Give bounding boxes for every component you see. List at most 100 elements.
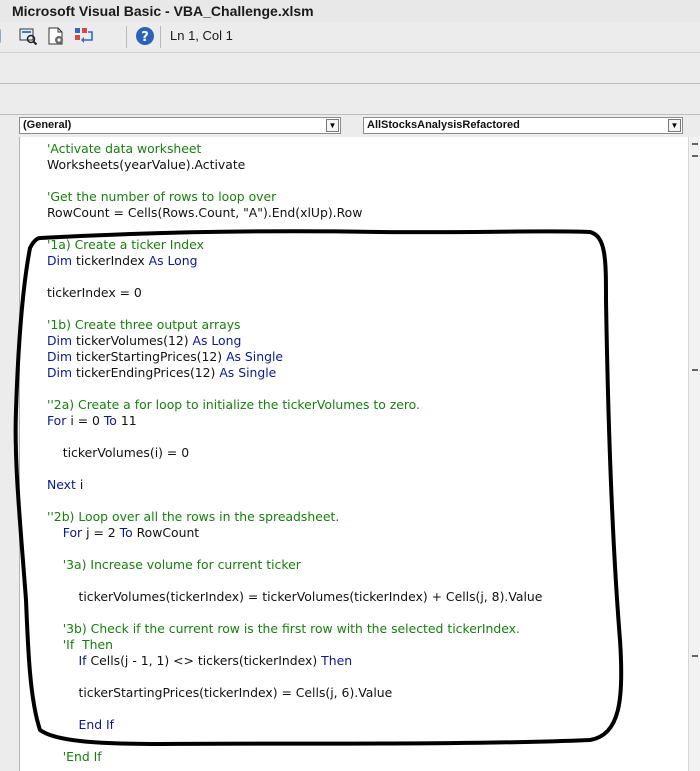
code-keyword: As Single [226,349,284,364]
code-line[interactable]: RowCount = Cells(Rows.Count, "A").End(xl… [47,205,542,221]
code-line[interactable]: 'End If [47,749,542,765]
vertical-scrollbar[interactable] [688,137,700,771]
code-text: 11 [116,413,137,428]
code-text: tickerIndex = 0 [47,285,142,300]
code-text: tickerVolumes(12) [72,333,193,348]
code-comment: 'Get the number of rows to loop over [47,189,277,204]
code-line[interactable]: 'Activate data worksheet [47,141,542,157]
help-icon[interactable]: ? [135,26,155,46]
chevron-down-icon[interactable]: ▼ [668,119,681,132]
code-comment: '3b) Check if the current row is the fir… [47,621,520,636]
scrollbar-marker [692,655,698,657]
code-listing[interactable]: 'Activate data worksheet Worksheets(yearV… [47,141,542,765]
code-line[interactable]: If Cells(j - 1, 1) <> tickers(tickerInde… [47,653,542,669]
code-line[interactable]: Worksheets(yearValue).Activate [47,157,542,173]
code-line[interactable]: 'Get the number of rows to loop over [47,189,542,205]
code-text: j = 2 [82,525,120,540]
code-line[interactable]: For i = 0 To 11 [47,413,542,429]
code-text: Worksheets(yearValue).Activate [47,157,246,172]
scrollbar-marker [692,369,698,371]
code-line[interactable]: Dim tickerEndingPrices(12) As Single [47,365,542,381]
code-keyword: As Long [148,253,198,268]
code-text: tickerVolumes(i) = 0 [47,445,190,460]
code-line[interactable]: '3a) Increase volume for current ticker [47,557,542,573]
code-keyword: Next [47,477,76,492]
chevron-down-icon[interactable]: ▼ [326,119,339,132]
code-text: i [75,477,84,492]
code-keyword: Dim [47,349,73,364]
code-line[interactable] [47,573,542,589]
code-line[interactable]: Dim tickerStartingPrices(12) As Single [47,349,542,365]
code-line[interactable] [47,429,542,445]
code-line[interactable] [47,461,542,477]
code-line[interactable] [47,301,542,317]
code-line[interactable]: End If [47,717,542,733]
code-line[interactable] [47,173,542,189]
tab-order-icon[interactable] [74,26,94,46]
code-line[interactable]: '1a) Create a ticker Index [47,237,542,253]
code-line[interactable] [47,221,542,237]
code-line[interactable] [47,541,542,557]
window-title: Microsoft Visual Basic - VBA_Challenge.x… [12,3,314,19]
code-text: tickerEndingPrices(12) [72,365,220,380]
code-keyword: To [103,413,117,428]
code-line[interactable] [47,701,542,717]
code-editor[interactable]: 'Activate data worksheet Worksheets(yearV… [20,137,688,771]
toolbar-row-empty [0,84,700,115]
toolbar-separator [160,26,161,48]
toolbar-edge-icon[interactable] [0,26,2,46]
code-comment: '3a) Increase volume for current ticker [47,557,301,572]
toolbar-row-empty [0,53,700,84]
code-keyword: For [62,525,83,540]
svg-text:?: ? [141,30,149,45]
code-line[interactable]: '1b) Create three output arrays [47,317,542,333]
editor-gutter [0,137,20,771]
toolbar-separator [126,26,127,48]
code-text: tickerIndex [72,253,149,268]
code-line[interactable]: ''2a) Create a for loop to initialize th… [47,397,542,413]
code-line[interactable]: Next i [47,477,542,493]
cursor-position: Ln 1, Col 1 [170,28,233,43]
object-dropdown[interactable]: (General) ▼ [19,117,341,134]
code-keyword: Dim [47,253,73,268]
code-line[interactable]: 'If Then [47,637,542,653]
code-line[interactable] [47,493,542,509]
code-line[interactable]: ''2b) Loop over all the rows in the spre… [47,509,542,525]
code-comment: 'Activate data worksheet [47,141,202,156]
code-line[interactable]: Dim tickerIndex As Long [47,253,542,269]
code-line[interactable] [47,269,542,285]
code-line[interactable]: Dim tickerVolumes(12) As Long [47,333,542,349]
code-line[interactable]: tickerStartingPrices(tickerIndex) = Cell… [47,685,542,701]
code-keyword: As Single [219,365,277,380]
code-comment: '1a) Create a ticker Index [47,237,204,252]
code-keyword: End If [78,717,115,732]
code-line[interactable]: tickerIndex = 0 [47,285,542,301]
code-line[interactable]: tickerVolumes(tickerIndex) = tickerVolum… [47,589,543,605]
code-line[interactable] [47,381,542,397]
object-browser-icon[interactable] [18,26,38,46]
code-comment: 'If Then [47,637,113,652]
code-line[interactable] [47,605,542,621]
code-line[interactable]: '3b) Check if the current row is the fir… [47,621,542,637]
code-text: i = 0 [66,413,104,428]
toolbar: ? Ln 1, Col 1 [0,22,700,53]
code-comment: 'End If [47,749,102,764]
code-line[interactable]: tickerVolumes(i) = 0 [47,445,542,461]
code-keyword: Dim [47,365,73,380]
code-line[interactable] [47,733,542,749]
code-text: tickerVolumes(tickerIndex) = tickerVolum… [47,589,543,604]
procedure-dropdown[interactable]: AllStocksAnalysisRefactored ▼ [363,117,683,134]
toolbox-icon[interactable] [46,26,66,46]
code-text: Cells(j - 1, 1) <> tickers(tickerIndex) [86,653,322,668]
scrollbar-top-cap [692,155,698,157]
code-line[interactable]: For j = 2 To RowCount [47,525,542,541]
title-bar: Microsoft Visual Basic - VBA_Challenge.x… [0,0,700,22]
code-text: tickerStartingPrices(tickerIndex) = Cell… [47,685,393,700]
code-keyword: Then [321,653,353,668]
code-line[interactable] [47,669,542,685]
code-keyword: For [47,413,67,428]
code-keyword: Dim [47,333,73,348]
code-keyword: As Long [192,333,242,348]
